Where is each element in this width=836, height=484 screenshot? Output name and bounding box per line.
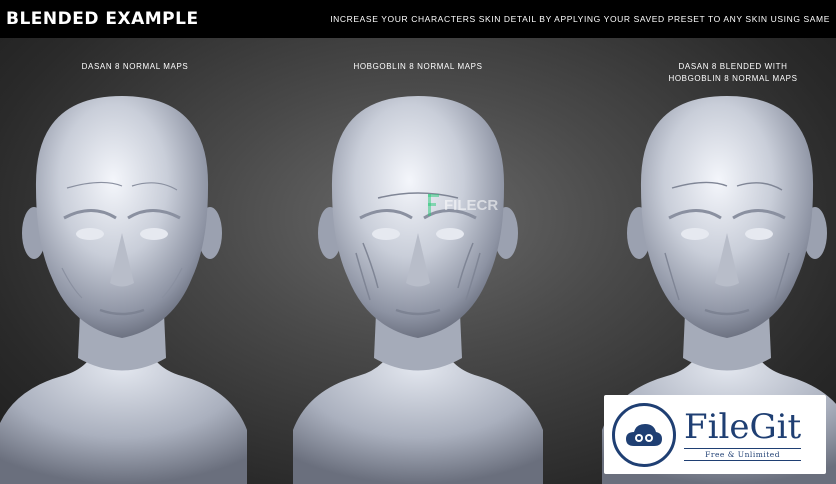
- top-banner: BLENDED EXAMPLE INCREASE YOUR CHARACTERS…: [0, 0, 836, 38]
- banner-tagline: INCREASE YOUR CHARACTERS SKIN DETAIL BY …: [330, 14, 830, 24]
- caption-line: DASAN 8 NORMAL MAPS: [81, 62, 189, 71]
- caption-line: HOBGOBLIN 8 NORMAL MAPS: [668, 74, 798, 83]
- filegit-logo-icon: [612, 402, 676, 467]
- banner-title: BLENDED EXAMPLE: [6, 9, 199, 29]
- filecr-logo-icon: [428, 194, 439, 216]
- filecr-watermark: FILECR: [426, 194, 498, 216]
- watermark-text: FILECR: [444, 196, 499, 214]
- cloud-icon: [626, 423, 662, 446]
- filegit-logo-badge: FileGit Free & Unlimited: [604, 395, 826, 474]
- head-render-hobgoblin: [291, 94, 545, 484]
- caption-hobgoblin: HOBGOBLIN 8 NORMAL MAPS: [318, 61, 518, 73]
- caption-dasan: DASAN 8 NORMAL MAPS: [35, 61, 235, 73]
- logo-name: FileGit: [684, 407, 802, 447]
- caption-line: HOBGOBLIN 8 NORMAL MAPS: [353, 62, 483, 71]
- caption-line: DASAN 8 BLENDED WITH: [678, 62, 788, 71]
- caption-blended: DASAN 8 BLENDED WITH HOBGOBLIN 8 NORMAL …: [633, 61, 833, 85]
- head-render-dasan: [0, 94, 249, 484]
- logo-subtitle: Free & Unlimited: [684, 448, 802, 461]
